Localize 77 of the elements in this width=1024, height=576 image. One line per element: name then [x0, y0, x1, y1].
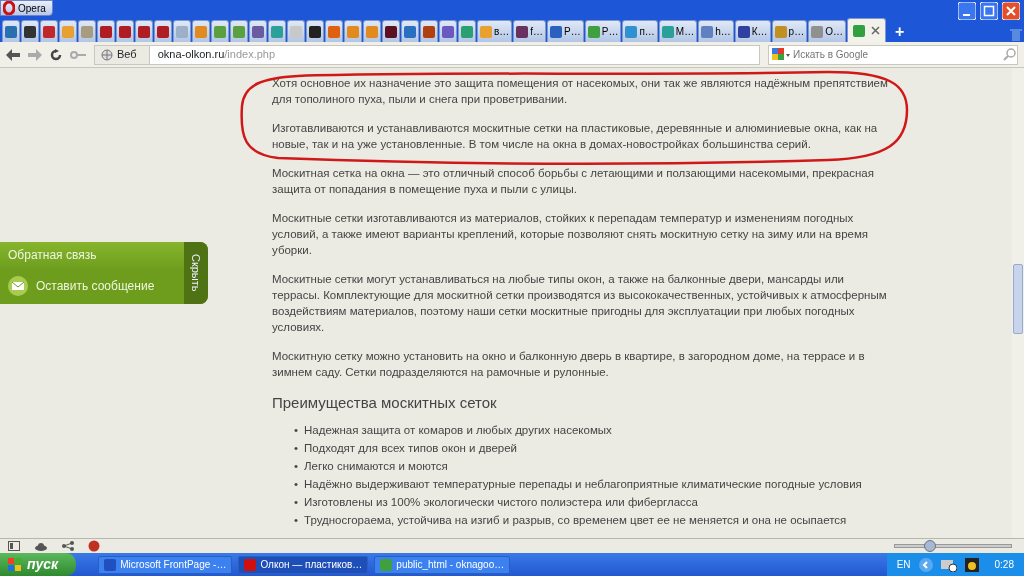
browser-tab[interactable]: Р… — [547, 20, 584, 42]
browser-tab[interactable] — [116, 20, 134, 42]
clock-time: 0:28 — [994, 558, 1014, 572]
browser-tab[interactable] — [97, 20, 115, 42]
paragraph: Хотя основное их назначение это защита помещения от насекомых, они так же являются надёжным препятствием для тополиного пуха, пыли и снега при проветривании. — [272, 76, 888, 107]
url-text: okna-olkon.ru/index.php — [157, 47, 276, 63]
browser-tab[interactable]: К… — [734, 20, 771, 42]
browser-tab[interactable]: в… — [477, 20, 513, 42]
tab-title: р… — [788, 25, 805, 39]
hide-button[interactable]: Скрыть — [184, 242, 208, 304]
browser-tab[interactable] — [306, 20, 324, 42]
chevron-icon[interactable] — [918, 557, 933, 572]
list-item: Трудносгораема, устойчива на изгиб и разрыв, со временем цвет ее не меняется и она не осыпается — [304, 513, 847, 528]
tray-app-icon[interactable] — [964, 557, 979, 572]
taskbar-button[interactable]: Олкон — пластиков… — [238, 555, 369, 574]
paragraph: Москитные сетки могут устанавливаться на любые типы окон, а также на балконные двери, мансарды или террасы. Комплектующие для москитной сетки производятся из высококачественных, устойчивых к атмосферным воздействиям материалов, поэтому наши сетки москитные пригодны для эксплуатации при любых погодных условиях. — [272, 272, 888, 335]
browser-tab[interactable] — [21, 20, 39, 42]
browser-tab[interactable]: О… — [808, 20, 846, 42]
close-icon[interactable] — [870, 26, 880, 35]
search-box[interactable]: Искать в Google — [768, 44, 1018, 65]
browser-tab[interactable]: Р… — [584, 20, 622, 42]
bullet: • — [294, 423, 299, 438]
opera-logo-icon — [3, 1, 15, 15]
bullet: • — [294, 477, 299, 492]
share-icon[interactable] — [62, 541, 74, 551]
opera-menu-button[interactable]: Opera — [0, 0, 53, 16]
paragraph: Изготавливаются и устанавливаются москитные сетки на пластиковые, деревянные и алюминиевые окна, как на новые, так и на уже установленные. В том числе на окна в домах-новостройках большинства серий. — [272, 121, 879, 152]
cloud-icon[interactable] — [34, 541, 48, 551]
browser-tab[interactable] — [382, 20, 400, 42]
feedback-title: Обратная связь — [0, 242, 184, 268]
browser-tab[interactable] — [135, 20, 153, 42]
browser-tab[interactable]: М… — [658, 20, 698, 42]
web-mode-button[interactable]: Веб — [95, 45, 150, 64]
tab-title: К… — [751, 25, 768, 39]
tab-title: О… — [825, 25, 843, 39]
tab-title: Р… — [601, 25, 619, 39]
globe-icon — [101, 48, 113, 61]
list-item: Надежная защита от комаров и любых других насекомых — [304, 423, 612, 438]
panel-icon[interactable] — [8, 541, 20, 551]
tab-title: f… — [530, 25, 544, 39]
bullet: • — [294, 459, 299, 474]
bullet: • — [294, 495, 299, 510]
maximize-button[interactable] — [980, 2, 998, 20]
back-arrow-icon[interactable] — [6, 48, 20, 61]
envelope-icon — [8, 276, 28, 296]
paragraph: Москитные сетки изготавливаются из материалов, стойких к перепадам температур и изменениям погодных условий, а также имеют варианты креплений, которые позволяют снять москитную сетку на зиму или на время уборки. — [272, 211, 870, 258]
address-field[interactable]: Веб okna-olkon.ru/index.php — [94, 44, 760, 65]
list-item: Подходят для всех типов окон и дверей — [304, 441, 517, 456]
tab-title: п… — [639, 25, 655, 39]
reload-icon[interactable] — [50, 48, 62, 61]
list-item: Изготовлены из 100% экологически чистого полиэстера или фибергласса — [304, 495, 698, 510]
section-heading: Преимущества москитных сеток — [272, 393, 498, 413]
paragraph: Москитная сетка на окна — это отличный способ борьбы с летающими и ползающими насекомыми, прекрасная защита от попадания в помещение пуха и пыли с улицы. — [272, 166, 875, 197]
taskbar-button[interactable]: Microsoft FrontPage -… — [98, 555, 233, 574]
scrollbar[interactable] — [1012, 68, 1024, 538]
windows-logo-icon — [8, 557, 22, 572]
new-tab-button[interactable]: + — [894, 22, 905, 42]
tab-title: в… — [494, 25, 510, 39]
browser-tab[interactable]: f… — [513, 20, 547, 42]
list-item: Надёжно выдерживают температурные перепады и неблагоприятные климатические погодные условия — [304, 477, 862, 492]
taskbar-button[interactable]: public_html - oknagoo… — [374, 555, 511, 574]
bullet: • — [294, 441, 299, 456]
browser-tab[interactable] — [154, 20, 172, 42]
tab-title: Р… — [564, 25, 581, 39]
list-item: Легко снимаются и моются — [304, 459, 448, 474]
zoom-slider-thumb[interactable] — [923, 540, 936, 552]
paragraph: Москитную сетку можно установить на окно и балконную дверь в квартире, в загородном доме, на террасе и в зимнем саду. Сетки подразделяются на рамочные и рулонные. — [272, 349, 866, 380]
tab-title: М… — [675, 25, 695, 39]
browser-tab[interactable] — [846, 18, 886, 42]
minimize-button[interactable] — [958, 2, 976, 20]
browser-tab[interactable]: п… — [622, 20, 658, 42]
browser-tab[interactable]: р… — [771, 20, 808, 42]
tab-title: h… — [715, 25, 731, 39]
search-icon[interactable] — [1003, 47, 1017, 62]
close-button[interactable] — [1002, 2, 1020, 20]
bullet: • — [294, 513, 299, 528]
browser-tab[interactable]: h… — [698, 20, 734, 42]
